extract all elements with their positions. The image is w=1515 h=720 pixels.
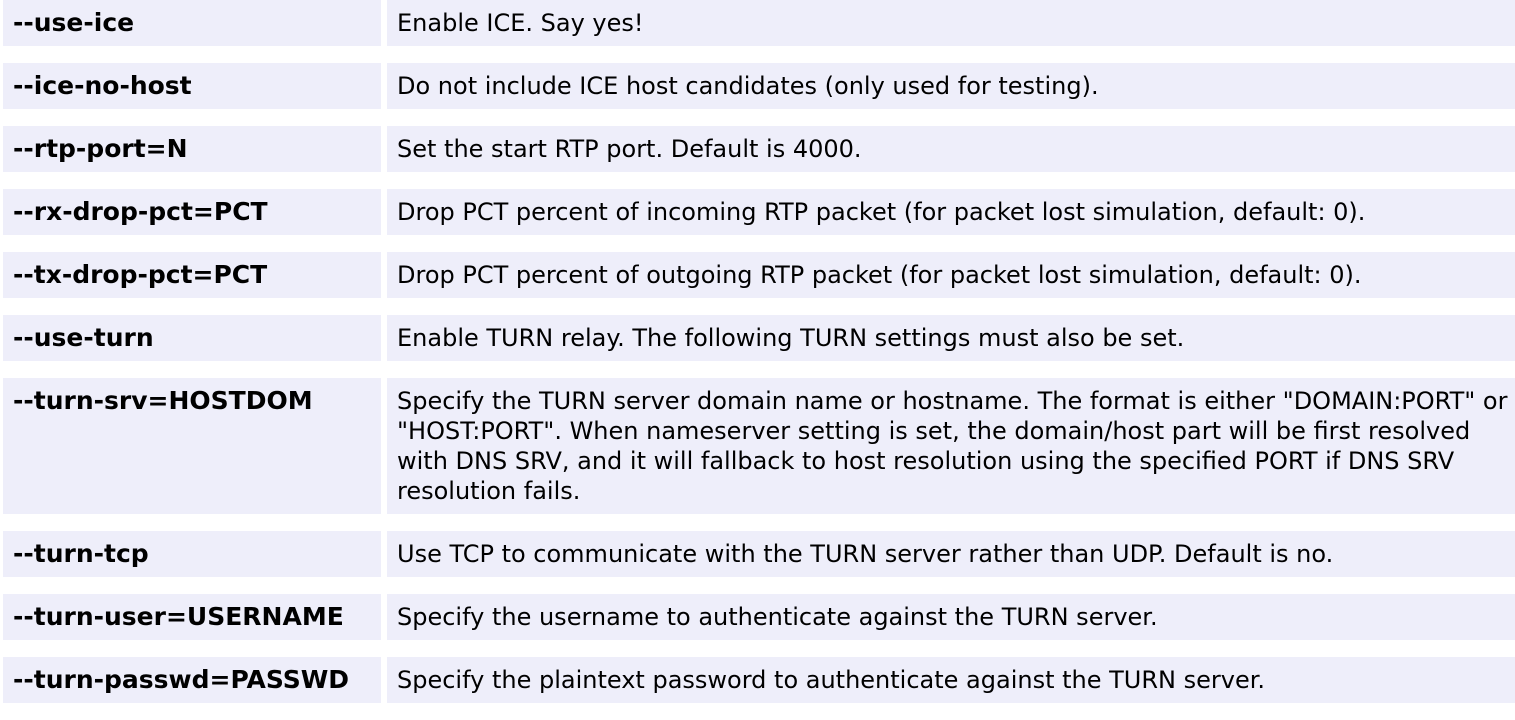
option-row-rtp-port: --rtp-port=N Set the start RTP port. Def… bbox=[3, 126, 1515, 172]
option-row-turn-user: --turn-user=USERNAME Specify the usernam… bbox=[3, 594, 1515, 640]
option-row-tx-drop-pct: --tx-drop-pct=PCT Drop PCT percent of ou… bbox=[3, 252, 1515, 298]
option-name: --tx-drop-pct=PCT bbox=[3, 252, 381, 298]
option-row-turn-srv: --turn-srv=HOSTDOM Specify the TURN serv… bbox=[3, 378, 1515, 514]
option-row-rx-drop-pct: --rx-drop-pct=PCT Drop PCT percent of in… bbox=[3, 189, 1515, 235]
option-description: Drop PCT percent of incoming RTP packet … bbox=[387, 189, 1515, 235]
option-description: Enable TURN relay. The following TURN se… bbox=[387, 315, 1515, 361]
option-name: --turn-user=USERNAME bbox=[3, 594, 381, 640]
option-row-turn-tcp: --turn-tcp Use TCP to communicate with t… bbox=[3, 531, 1515, 577]
option-name: --turn-tcp bbox=[3, 531, 381, 577]
option-description: Specify the plaintext password to authen… bbox=[387, 657, 1515, 703]
option-row-use-turn: --use-turn Enable TURN relay. The follow… bbox=[3, 315, 1515, 361]
option-description: Use TCP to communicate with the TURN ser… bbox=[387, 531, 1515, 577]
option-name: --rx-drop-pct=PCT bbox=[3, 189, 381, 235]
option-name: --use-ice bbox=[3, 0, 381, 46]
option-description: Do not include ICE host candidates (only… bbox=[387, 63, 1515, 109]
option-description: Set the start RTP port. Default is 4000. bbox=[387, 126, 1515, 172]
option-name: --use-turn bbox=[3, 315, 381, 361]
option-description: Enable ICE. Say yes! bbox=[387, 0, 1515, 46]
option-description: Specify the username to authenticate aga… bbox=[387, 594, 1515, 640]
option-name: --turn-srv=HOSTDOM bbox=[3, 378, 381, 514]
options-table: --use-ice Enable ICE. Say yes! --ice-no-… bbox=[3, 0, 1515, 720]
option-description: Drop PCT percent of outgoing RTP packet … bbox=[387, 252, 1515, 298]
option-name: --ice-no-host bbox=[3, 63, 381, 109]
option-row-use-ice: --use-ice Enable ICE. Say yes! bbox=[3, 0, 1515, 46]
option-description: Specify the TURN server domain name or h… bbox=[387, 378, 1515, 514]
option-row-ice-no-host: --ice-no-host Do not include ICE host ca… bbox=[3, 63, 1515, 109]
option-name: --turn-passwd=PASSWD bbox=[3, 657, 381, 703]
option-row-turn-passwd: --turn-passwd=PASSWD Specify the plainte… bbox=[3, 657, 1515, 703]
option-name: --rtp-port=N bbox=[3, 126, 381, 172]
